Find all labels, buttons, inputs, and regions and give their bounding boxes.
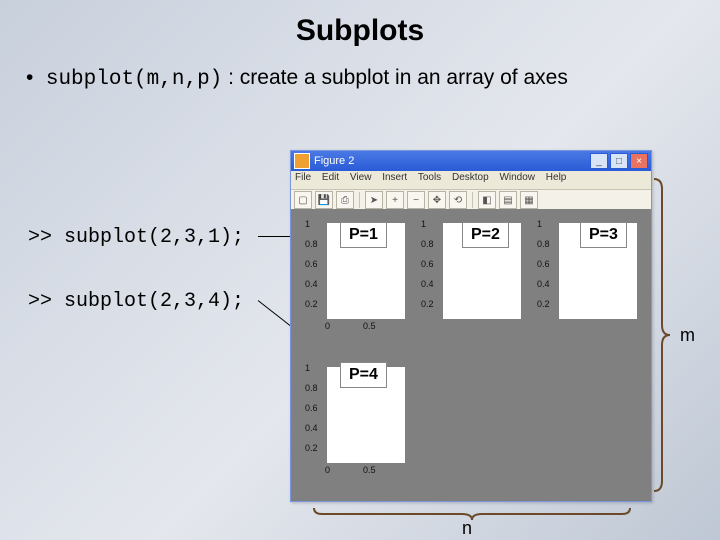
pan-icon[interactable]: ✥: [428, 191, 446, 209]
zoom-in-icon[interactable]: +: [386, 191, 404, 209]
xtick: 0: [325, 321, 330, 331]
ytick: 0.8: [421, 239, 434, 249]
slide-title: Subplots: [0, 0, 720, 48]
ytick: 1: [305, 219, 310, 229]
print-icon[interactable]: ⎙: [336, 191, 354, 209]
xtick: 0: [325, 465, 330, 475]
data-cursor-icon[interactable]: ◧: [478, 191, 496, 209]
ytick: 0.6: [305, 403, 318, 413]
ytick: 0.6: [305, 259, 318, 269]
save-icon[interactable]: 💾: [315, 191, 333, 209]
brace-m: [652, 175, 672, 495]
ytick: 0.4: [305, 423, 318, 433]
ytick: 0.6: [537, 259, 550, 269]
ytick: 0.2: [421, 299, 434, 309]
maximize-button[interactable]: □: [610, 153, 628, 169]
label-p4: P=4: [340, 362, 387, 388]
toolbar-sep: [359, 192, 360, 208]
zoom-out-icon[interactable]: −: [407, 191, 425, 209]
bullet-dot: •: [26, 66, 40, 90]
ytick: 0.4: [421, 279, 434, 289]
ytick: 0.2: [305, 443, 318, 453]
label-p2: P=2: [462, 222, 509, 248]
label-p1: P=1: [340, 222, 387, 248]
colorbar-icon[interactable]: ▤: [499, 191, 517, 209]
ytick: 0.8: [537, 239, 550, 249]
menu-insert[interactable]: Insert: [382, 172, 407, 183]
figure-menubar: File Edit View Insert Tools Desktop Wind…: [291, 171, 651, 190]
ytick: 0.2: [305, 299, 318, 309]
menu-help[interactable]: Help: [546, 172, 567, 183]
figure-titlebar: Figure 2 _ □ ×: [291, 151, 651, 171]
ytick: 0.6: [421, 259, 434, 269]
ytick: 0.8: [305, 239, 318, 249]
ytick: 0.4: [305, 279, 318, 289]
ytick: 0.4: [537, 279, 550, 289]
figure-canvas: 1 0.8 0.6 0.4 0.2 0 0.5 1 0.8 0.6 0.4 0.…: [291, 209, 651, 501]
ytick: 1: [305, 363, 310, 373]
menu-file[interactable]: File: [295, 172, 311, 183]
bullet-text: : create a subplot in an array of axes: [228, 66, 568, 89]
brace-m-label: m: [680, 325, 695, 346]
minimize-button[interactable]: _: [590, 153, 608, 169]
ytick: 1: [537, 219, 542, 229]
code-line-1: >> subplot(2,3,1);: [28, 226, 244, 249]
bullet-line: • subplot(m,n,p) : create a subplot in a…: [26, 66, 720, 91]
ytick: 0.8: [305, 383, 318, 393]
window-buttons: _ □ ×: [590, 153, 648, 169]
rotate-icon[interactable]: ⟲: [449, 191, 467, 209]
ytick: 1: [421, 219, 426, 229]
menu-view[interactable]: View: [350, 172, 372, 183]
figure-window: Figure 2 _ □ × File Edit View Insert Too…: [290, 150, 652, 502]
close-button[interactable]: ×: [630, 153, 648, 169]
menu-desktop[interactable]: Desktop: [452, 172, 489, 183]
new-icon[interactable]: ▢: [294, 191, 312, 209]
menu-edit[interactable]: Edit: [322, 172, 339, 183]
legend-icon[interactable]: ▦: [520, 191, 538, 209]
ytick: 0.2: [537, 299, 550, 309]
matlab-icon: [294, 153, 310, 169]
xtick: 0.5: [363, 465, 376, 475]
label-p3: P=3: [580, 222, 627, 248]
bullet-code: subplot(m,n,p): [46, 68, 222, 91]
brace-n-label: n: [462, 518, 472, 539]
menu-tools[interactable]: Tools: [418, 172, 441, 183]
xtick: 0.5: [363, 321, 376, 331]
menu-window[interactable]: Window: [499, 172, 535, 183]
code-line-2: >> subplot(2,3,4);: [28, 290, 244, 313]
figure-toolbar: ▢ 💾 ⎙ ➤ + − ✥ ⟲ ◧ ▤ ▦: [291, 190, 651, 211]
toolbar-sep: [472, 192, 473, 208]
pointer-icon[interactable]: ➤: [365, 191, 383, 209]
figure-title: Figure 2: [314, 155, 354, 167]
